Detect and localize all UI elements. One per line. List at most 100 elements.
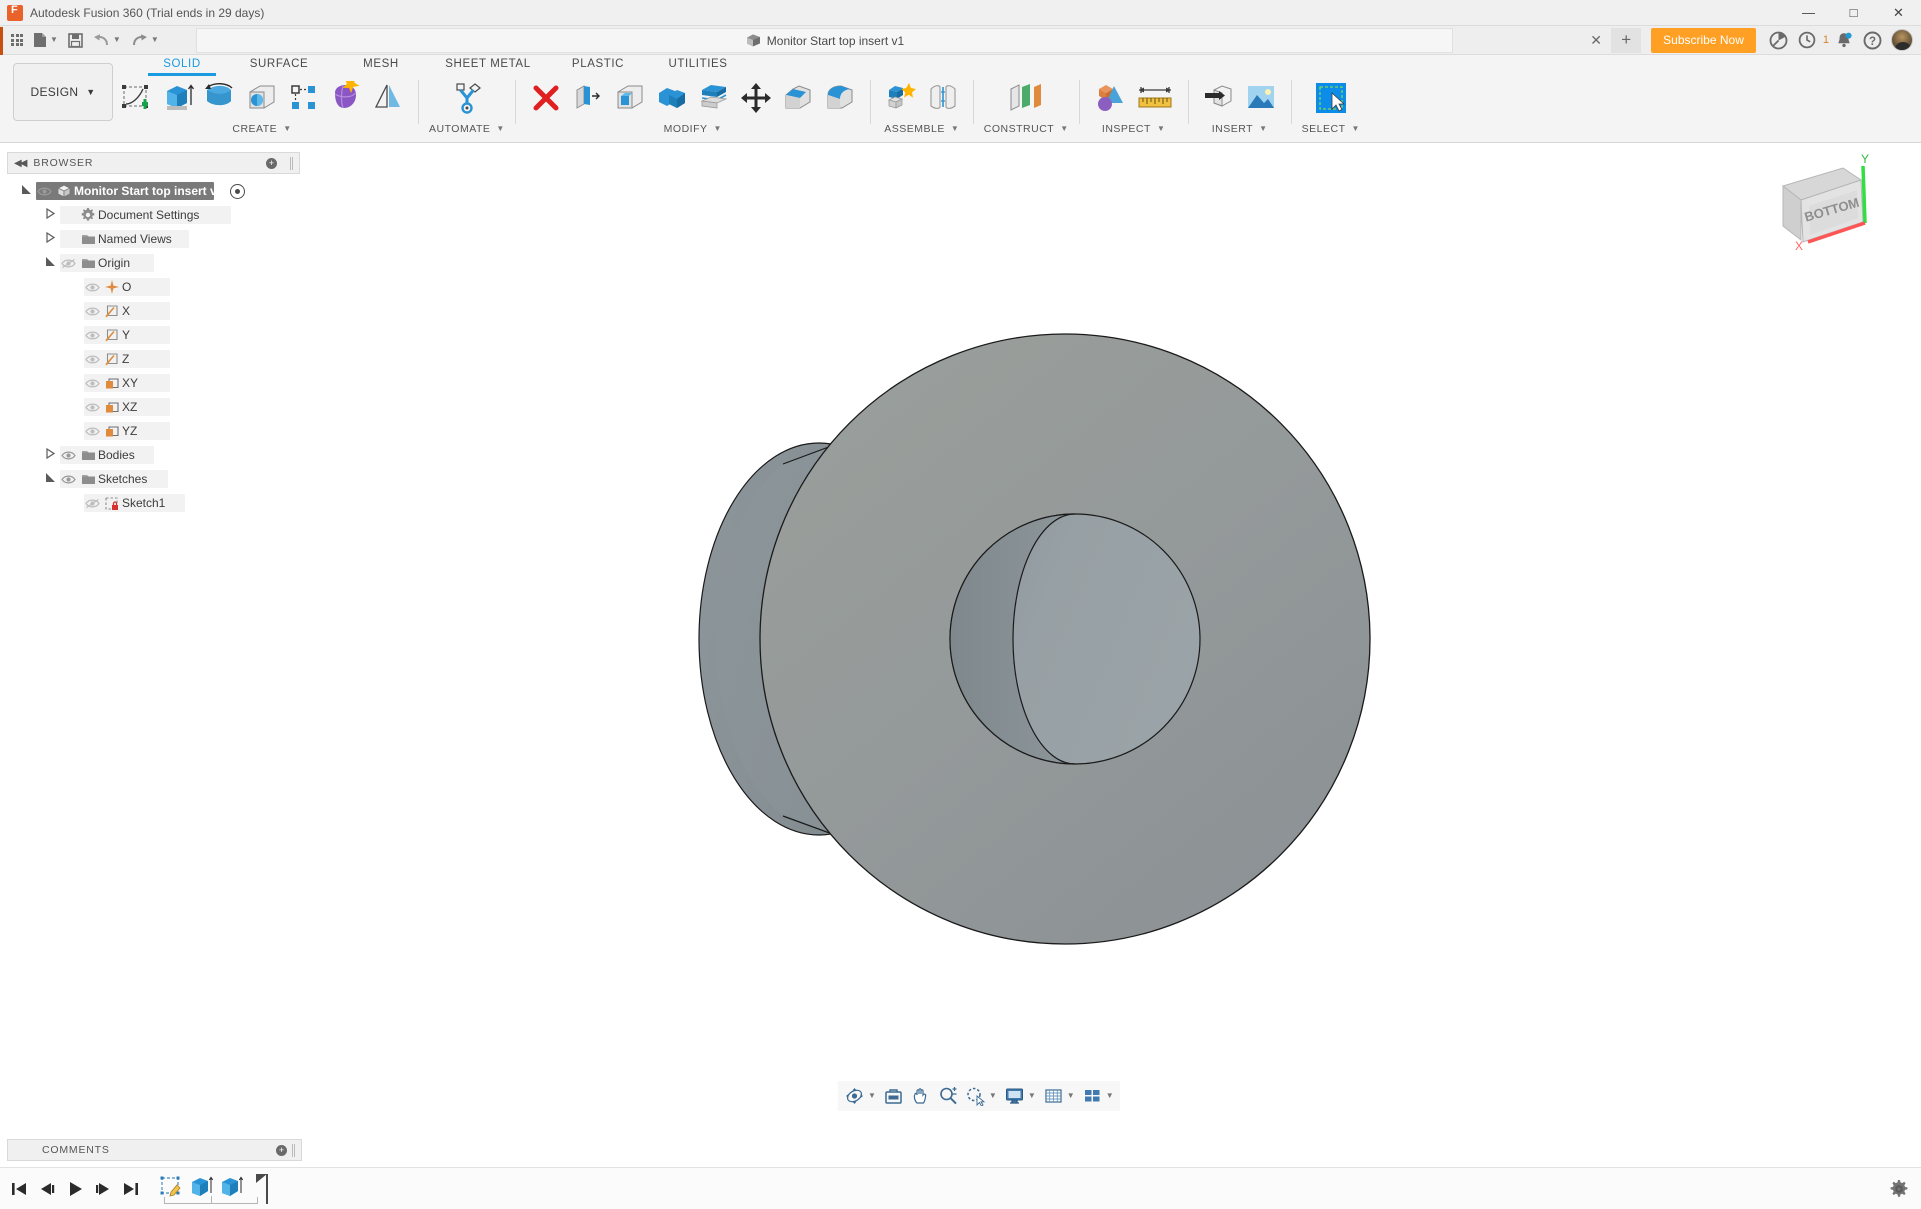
double-arrow-left-icon[interactable]: ◀◀ — [14, 158, 27, 169]
joint-button[interactable] — [923, 76, 963, 120]
gear-icon[interactable] — [1889, 1179, 1909, 1199]
twisty-collapsed-icon[interactable] — [45, 447, 56, 460]
visibility-icon[interactable] — [84, 330, 100, 341]
undo-button[interactable]: ▼ — [88, 28, 126, 52]
visibility-icon[interactable] — [84, 498, 100, 509]
activate-component-button[interactable] — [230, 183, 246, 199]
browser-node-document-settings[interactable]: Document Settings — [0, 203, 302, 227]
visibility-icon[interactable] — [84, 378, 100, 389]
new-component-button[interactable] — [881, 76, 921, 120]
3d-canvas[interactable]: BOTTOM Y X ▼ ▼ ▼ ▼ ▼ — [303, 144, 1921, 1147]
browser-node-sketches[interactable]: Sketches — [0, 467, 302, 491]
panel-resize-grip[interactable] — [290, 156, 293, 170]
view-cube[interactable]: BOTTOM Y X — [1765, 150, 1885, 260]
twisty-toggle[interactable] — [42, 256, 58, 270]
tab-mesh[interactable]: MESH — [334, 56, 428, 73]
save-button[interactable] — [63, 28, 88, 52]
timeline-step-back-button[interactable] — [38, 1180, 56, 1198]
timeline-end-marker[interactable] — [252, 1172, 274, 1206]
visibility-icon[interactable] — [84, 426, 100, 437]
visibility-toggle[interactable] — [82, 282, 102, 293]
visibility-icon[interactable] — [84, 402, 100, 413]
browser-node-z[interactable]: Z — [0, 347, 302, 371]
browser-node-origin[interactable]: Origin — [0, 251, 302, 275]
browser-node-bodies[interactable]: Bodies — [0, 443, 302, 467]
create-sketch-button[interactable] — [116, 76, 156, 120]
panel-automate-label[interactable]: AUTOMATE ▼ — [429, 123, 505, 135]
maximize-button[interactable]: □ — [1831, 0, 1876, 26]
tab-surface[interactable]: SURFACE — [224, 56, 334, 73]
section-analysis-button[interactable] — [1090, 76, 1130, 120]
hole-button[interactable] — [242, 76, 282, 120]
visibility-icon[interactable] — [84, 306, 100, 317]
close-document-tab-button[interactable]: ✕ — [1583, 27, 1609, 53]
document-tab[interactable]: Monitor Start top insert v1 — [745, 33, 904, 48]
look-at-button[interactable] — [880, 1083, 907, 1109]
delete-button[interactable] — [526, 76, 566, 120]
twisty-toggle[interactable] — [42, 231, 58, 246]
panel-create-label[interactable]: CREATE ▼ — [232, 123, 291, 135]
twisty-expanded-icon[interactable] — [45, 256, 56, 267]
chamfer-button[interactable] — [778, 76, 818, 120]
browser-node-xz[interactable]: XZ — [0, 395, 302, 419]
timeline-end-button[interactable] — [122, 1180, 140, 1198]
mirror-button[interactable] — [368, 76, 408, 120]
twisty-toggle[interactable] — [42, 447, 58, 462]
visibility-toggle[interactable] — [82, 378, 102, 389]
new-document-tab-button[interactable]: + — [1611, 27, 1642, 53]
panel-select-label[interactable]: SELECT ▼ — [1302, 123, 1360, 135]
grid-snaps-button[interactable]: ▼ — [1040, 1083, 1078, 1109]
browser-node-o[interactable]: O — [0, 275, 302, 299]
visibility-icon[interactable] — [36, 186, 52, 197]
form-button[interactable] — [326, 76, 366, 120]
panel-inspect-label[interactable]: INSPECT ▼ — [1102, 123, 1165, 135]
zoom-button[interactable] — [935, 1083, 961, 1109]
browser-node-y[interactable]: Y — [0, 323, 302, 347]
press-pull-button[interactable] — [568, 76, 608, 120]
rectangular-pattern-button[interactable] — [284, 76, 324, 120]
tab-utilities[interactable]: UTILITIES — [648, 56, 748, 73]
visibility-toggle[interactable] — [82, 498, 102, 509]
twisty-collapsed-icon[interactable] — [45, 207, 56, 220]
panel-construct-label[interactable]: CONSTRUCT ▼ — [984, 123, 1069, 135]
conical-tube-body[interactable] — [303, 144, 1921, 1147]
twisty-collapsed-icon[interactable] — [45, 231, 56, 244]
visibility-toggle[interactable] — [82, 354, 102, 365]
visibility-icon[interactable] — [84, 282, 100, 293]
timeline-begin-button[interactable] — [10, 1180, 28, 1198]
twisty-toggle[interactable] — [18, 184, 34, 198]
browser-node-monitor-start-top-insert-v1[interactable]: Monitor Start top insert v1 — [0, 179, 302, 203]
extrude-button[interactable] — [158, 76, 198, 120]
timeline-step-forward-button[interactable] — [94, 1180, 112, 1198]
subscribe-now-button[interactable]: Subscribe Now — [1651, 27, 1756, 53]
zoom-window-button[interactable]: ▼ — [962, 1083, 1000, 1109]
fillet-button[interactable] — [820, 76, 860, 120]
visibility-icon[interactable] — [60, 258, 76, 269]
visibility-icon[interactable] — [60, 450, 76, 461]
visibility-toggle[interactable] — [58, 450, 78, 461]
panel-modify-label[interactable]: MODIFY ▼ — [664, 123, 722, 135]
combine-button[interactable] — [652, 76, 692, 120]
plus-circle-icon[interactable]: + — [266, 157, 277, 169]
redo-button[interactable]: ▼ — [126, 28, 164, 52]
measure-button[interactable] — [1132, 76, 1178, 120]
app-grid-button[interactable] — [6, 28, 28, 52]
notifications-button[interactable] — [1831, 27, 1857, 53]
visibility-toggle[interactable] — [82, 402, 102, 413]
extensions-button[interactable] — [1766, 27, 1792, 53]
view-cube-body[interactable]: BOTTOM — [1781, 167, 1864, 243]
browser-node-sketch1[interactable]: Sketch1 — [0, 491, 302, 515]
visibility-toggle[interactable] — [34, 186, 54, 197]
browser-node-yz[interactable]: YZ — [0, 419, 302, 443]
visibility-toggle[interactable] — [58, 474, 78, 485]
minimize-button[interactable]: — — [1786, 0, 1831, 26]
timeline-play-button[interactable] — [66, 1180, 84, 1198]
visibility-icon[interactable] — [60, 474, 76, 485]
visibility-icon[interactable] — [84, 354, 100, 365]
offset-plane-button[interactable] — [1000, 76, 1052, 120]
panel-insert-label[interactable]: INSERT ▼ — [1212, 123, 1268, 135]
panel-resize-grip[interactable] — [292, 1143, 295, 1157]
job-status-button[interactable] — [1794, 27, 1820, 53]
display-settings-button[interactable]: ▼ — [1001, 1083, 1039, 1109]
shell-button[interactable] — [610, 76, 650, 120]
